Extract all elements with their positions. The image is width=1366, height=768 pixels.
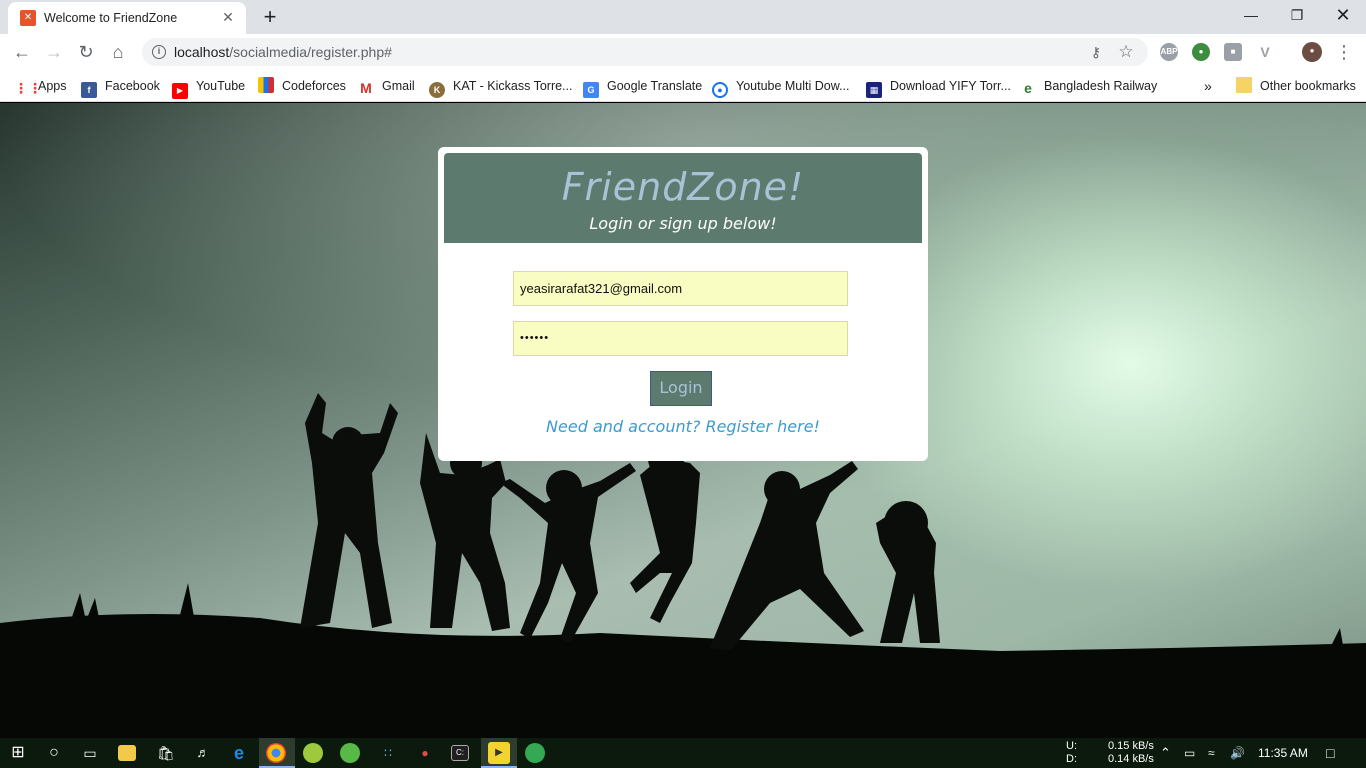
- bookmark-label: Apps: [38, 79, 67, 93]
- upload-speed: 0.15 kB/s: [1108, 740, 1154, 752]
- file-explorer-icon[interactable]: [118, 745, 136, 761]
- close-window-icon[interactable]: ✕: [1320, 0, 1366, 30]
- login-subtitle: Login or sign up below!: [589, 214, 777, 233]
- earth-extension-icon[interactable]: ●: [1192, 43, 1210, 61]
- forward-icon[interactable]: →: [40, 38, 68, 66]
- download-speed: 0.14 kB/s: [1108, 753, 1154, 765]
- reload-icon[interactable]: ↻: [72, 38, 100, 66]
- extension-icon[interactable]: ■: [1224, 43, 1242, 61]
- register-link[interactable]: Need and account? Register here!: [438, 417, 928, 436]
- key-icon[interactable]: ⚷: [1086, 42, 1106, 62]
- clock[interactable]: 11:35 AM: [1258, 738, 1308, 768]
- other-bookmarks[interactable]: Other bookmarks: [1236, 76, 1356, 96]
- browser-toolbar: ← → ↻ ⌂ i localhost/socialmedia/register…: [0, 34, 1366, 70]
- railway-icon: e: [1024, 80, 1032, 96]
- codeforces-icon: [258, 77, 274, 93]
- vimeo-extension-icon[interactable]: V: [1256, 43, 1274, 61]
- bookmark-gmail[interactable]: M Gmail: [358, 76, 415, 96]
- home-icon[interactable]: ⌂: [104, 38, 132, 66]
- media-player-icon[interactable]: ▶: [488, 742, 510, 764]
- task-view-icon[interactable]: ▭: [79, 742, 101, 764]
- bookmark-youtube[interactable]: ▶ YouTube: [172, 76, 246, 99]
- download-icon: ●: [712, 82, 728, 98]
- windows-taskbar: ⊞ ○ ▭ 🛍 ♬ e ∷ ● C: ▶ U: D: 0.15 kB/s 0.1…: [0, 738, 1366, 768]
- bookmark-label: Youtube Multi Dow...: [736, 79, 850, 93]
- app-icon[interactable]: ♬: [192, 742, 214, 764]
- battery-icon[interactable]: ▭: [1184, 738, 1195, 768]
- wifi-icon[interactable]: ≈: [1208, 738, 1215, 768]
- windows-start-icon[interactable]: ⊞: [7, 742, 29, 764]
- bookmark-youtube-multi[interactable]: ● Youtube Multi Dow...: [712, 76, 850, 98]
- upload-label: U:: [1066, 740, 1077, 752]
- login-card: FriendZone! Login or sign up below! yeas…: [438, 147, 928, 461]
- url-host: localhost: [174, 44, 230, 60]
- show-hidden-icons-icon[interactable]: ⌃: [1160, 738, 1171, 768]
- star-icon[interactable]: ☆: [1116, 42, 1136, 62]
- profile-avatar[interactable]: ●: [1302, 42, 1322, 62]
- adblock-plus-icon[interactable]: ABP: [1160, 43, 1178, 61]
- search-icon[interactable]: ○: [43, 742, 65, 764]
- bookmark-bangladesh-railway[interactable]: e Bangladesh Railway: [1020, 76, 1157, 96]
- kat-icon: K: [429, 82, 445, 98]
- menu-icon[interactable]: ⋮: [1330, 38, 1358, 66]
- restore-icon[interactable]: ❐: [1274, 0, 1320, 30]
- page-viewport: FriendZone! Login or sign up below! yeas…: [0, 103, 1366, 738]
- notifications-icon[interactable]: □: [1326, 738, 1334, 768]
- terminal-icon[interactable]: C:: [451, 745, 469, 761]
- folder-icon: [1236, 77, 1252, 93]
- url-text[interactable]: localhost/socialmedia/register.php#: [174, 44, 392, 60]
- password-field[interactable]: ••••••: [513, 321, 848, 356]
- translate-icon: G: [583, 82, 599, 98]
- bookmark-label: Google Translate: [607, 79, 703, 93]
- new-tab-button[interactable]: +: [256, 4, 284, 32]
- url-path: /socialmedia/register.php#: [229, 44, 392, 60]
- bookmark-label: Download YIFY Torr...: [890, 79, 1011, 93]
- bookmark-label: Gmail: [382, 79, 415, 93]
- minimize-icon[interactable]: —: [1228, 0, 1274, 30]
- info-icon[interactable]: i: [152, 45, 166, 59]
- bookmarks-overflow-button[interactable]: »: [1204, 76, 1212, 96]
- utorrent-icon[interactable]: [340, 743, 360, 763]
- back-icon[interactable]: ←: [8, 38, 36, 66]
- bookmark-label: KAT - Kickass Torre...: [453, 79, 573, 93]
- bookmark-facebook[interactable]: f Facebook: [81, 76, 160, 98]
- bookmark-apps[interactable]: ⋮⋮Apps: [14, 76, 67, 96]
- store-icon[interactable]: 🛍: [155, 742, 177, 764]
- bookmark-google-translate[interactable]: G Google Translate: [583, 76, 703, 98]
- apps-grid-icon: ⋮⋮: [14, 80, 42, 96]
- download-label: D:: [1066, 753, 1077, 765]
- network-speed-values: 0.15 kB/s 0.14 kB/s: [1108, 740, 1154, 768]
- close-tab-icon[interactable]: ✕: [220, 9, 236, 25]
- bookmark-label: Codeforces: [282, 79, 346, 93]
- bookmark-codeforces[interactable]: Codeforces: [258, 76, 346, 96]
- bookmark-label: YouTube: [196, 79, 246, 93]
- gmail-icon: M: [360, 80, 372, 96]
- web-icon[interactable]: [525, 743, 545, 763]
- network-speed-labels: U: D:: [1066, 740, 1077, 768]
- brand-title: FriendZone!: [561, 165, 805, 209]
- app-grid-icon[interactable]: ∷: [377, 742, 399, 764]
- downloader-icon[interactable]: [303, 743, 323, 763]
- edge-icon[interactable]: e: [228, 742, 250, 764]
- film-icon: ▦: [866, 82, 882, 98]
- bookmark-label: Facebook: [105, 79, 160, 93]
- bookmark-yify[interactable]: ▦ Download YIFY Torr...: [866, 76, 1011, 98]
- login-button[interactable]: Login: [650, 371, 712, 406]
- address-bar[interactable]: i localhost/socialmedia/register.php# ⚷ …: [142, 38, 1148, 66]
- tab-strip: ✕ Welcome to FriendZone ✕ + — ❐ ✕: [0, 0, 1366, 34]
- bookmark-label: Bangladesh Railway: [1044, 79, 1158, 93]
- xampp-icon: ✕: [20, 10, 36, 26]
- bookmark-kat[interactable]: K KAT - Kickass Torre...: [429, 76, 573, 98]
- bookmarks-bar: ⋮⋮Apps f Facebook ▶ YouTube Codeforces M Gm…: [0, 70, 1366, 102]
- other-bookmarks-label: Other bookmarks: [1260, 79, 1356, 93]
- browser-tab[interactable]: ✕ Welcome to FriendZone ✕: [8, 2, 246, 34]
- email-field[interactable]: yeasirarafat321@gmail.com: [513, 271, 848, 306]
- card-header: FriendZone! Login or sign up below!: [444, 153, 922, 243]
- tab-title: Welcome to FriendZone: [44, 11, 178, 25]
- volume-icon[interactable]: 🔊: [1230, 738, 1245, 768]
- chrome-icon[interactable]: [266, 743, 286, 763]
- paint-icon[interactable]: ●: [414, 742, 436, 764]
- facebook-icon: f: [81, 82, 97, 98]
- youtube-icon: ▶: [172, 83, 188, 99]
